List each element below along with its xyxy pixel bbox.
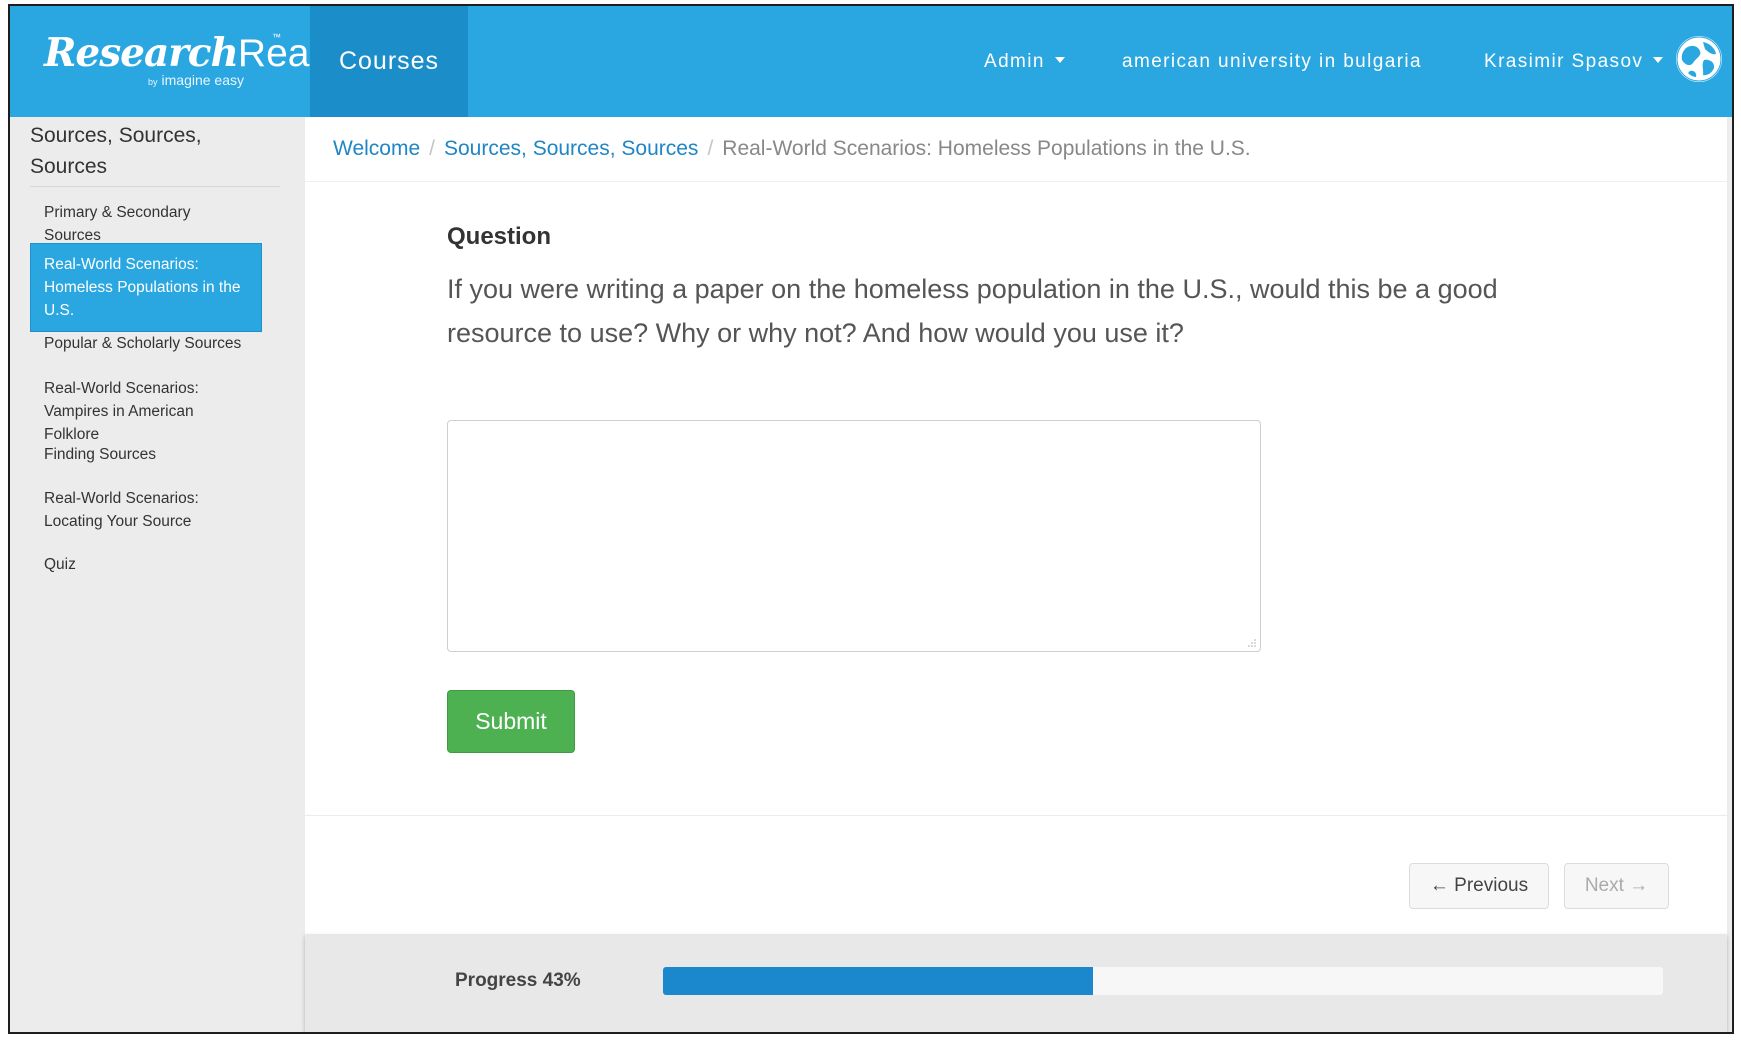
sidebar-item-popular-scholarly[interactable]: Popular & Scholarly Sources bbox=[30, 332, 262, 355]
courses-tab[interactable]: Courses bbox=[310, 6, 468, 117]
breadcrumb-current: Real-World Scenarios: Homeless Populatio… bbox=[722, 137, 1251, 160]
progress-bar-fill bbox=[663, 967, 1093, 995]
breadcrumb-welcome[interactable]: Welcome bbox=[333, 137, 420, 160]
caret-down-icon bbox=[1653, 56, 1664, 63]
sidebar-course-title: Sources, Sources, Sources bbox=[30, 120, 280, 187]
question-text: If you were writing a paper on the homel… bbox=[447, 274, 1498, 348]
sidebar-item-locating-source[interactable]: Real-World Scenarios: Locating Your Sour… bbox=[30, 487, 262, 533]
admin-menu[interactable]: Admin bbox=[984, 6, 1065, 117]
app-window: ResearchReady ™ by imagine easy Courses A… bbox=[8, 4, 1734, 1034]
main-content: Welcome / Sources, Sources, Sources / Real-W… bbox=[305, 117, 1727, 817]
globe-avatar-icon[interactable] bbox=[1676, 36, 1722, 82]
institution-link[interactable]: american university in bulgaria bbox=[1122, 6, 1422, 117]
sidebar-item-finding-sources[interactable]: Finding Sources bbox=[30, 443, 262, 466]
sidebar-item-homeless-populations[interactable]: Real-World Scenarios: Homeless Populatio… bbox=[30, 243, 262, 332]
sidebar-item-quiz[interactable]: Quiz bbox=[30, 553, 262, 576]
caret-down-icon bbox=[1054, 56, 1065, 63]
previous-button[interactable]: ← Previous bbox=[1409, 863, 1549, 909]
answer-textarea[interactable] bbox=[447, 420, 1261, 652]
resize-grip-icon[interactable] bbox=[1247, 638, 1257, 648]
logo-subtitle: by imagine easy bbox=[148, 72, 245, 88]
submit-button[interactable]: Submit bbox=[447, 690, 575, 753]
sidebar-item-vampires-folklore[interactable]: Real-World Scenarios: Vampires in Americ… bbox=[30, 377, 262, 446]
progress-panel: Progress 43% bbox=[305, 934, 1727, 1032]
breadcrumb-separator: / bbox=[429, 137, 435, 160]
sidebar-item-primary-secondary[interactable]: Primary & Secondary Sources bbox=[30, 201, 262, 247]
logo-research-text: Research bbox=[44, 30, 239, 76]
progress-label: Progress 43% bbox=[455, 970, 581, 991]
user-name: Krasimir Spasov bbox=[1484, 51, 1644, 72]
divider bbox=[305, 181, 1727, 182]
user-menu[interactable]: Krasimir Spasov bbox=[1484, 6, 1664, 117]
next-button[interactable]: Next → bbox=[1564, 863, 1669, 909]
top-navbar: ResearchReady ™ by imagine easy Courses A… bbox=[10, 6, 1732, 117]
breadcrumb-separator: / bbox=[707, 137, 714, 160]
lesson-navigation: ← Previous Next → bbox=[305, 816, 1727, 936]
question-heading: Question bbox=[447, 223, 552, 250]
researchready-logo[interactable]: ResearchReady ™ by imagine easy bbox=[32, 24, 351, 94]
breadcrumb: Welcome / Sources, Sources, Sources / Real-W… bbox=[333, 137, 1251, 161]
progress-bar bbox=[663, 967, 1663, 995]
logo-trademark: ™ bbox=[272, 32, 281, 42]
breadcrumb-course[interactable]: Sources, Sources, Sources bbox=[444, 137, 698, 160]
course-sidebar: Sources, Sources, Sources Primary & Seco… bbox=[10, 117, 305, 1032]
admin-label: Admin bbox=[984, 51, 1045, 72]
